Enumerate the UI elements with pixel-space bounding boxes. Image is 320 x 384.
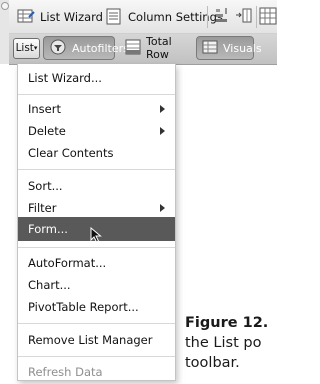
- list-wizard-icon: [17, 8, 35, 25]
- caption-figure-label: Figure 12.: [185, 315, 269, 331]
- visuals-button[interactable]: Visuals: [196, 36, 262, 60]
- menu-separator: [18, 247, 175, 248]
- menu-item-clear-contents[interactable]: Clear Contents: [18, 141, 175, 165]
- menu-item-label: Remove List Manager: [28, 333, 153, 347]
- menu-separator: [18, 356, 175, 357]
- submenu-arrow-icon: [160, 127, 165, 135]
- sort-ascending-button[interactable]: [213, 6, 231, 23]
- menu-item-label: List Wizard...: [28, 71, 102, 85]
- list-menu-label: List: [15, 42, 34, 54]
- caption-line: toolbar.: [185, 355, 240, 371]
- visuals-icon: [202, 39, 218, 58]
- column-settings-label: Column Settings: [128, 9, 223, 24]
- submenu-arrow-icon: [160, 105, 165, 113]
- toolbar-separator: [256, 6, 257, 28]
- window-edge: [0, 0, 9, 64]
- total-row-icon: [125, 39, 141, 58]
- grid-icon: [259, 6, 277, 25]
- visuals-label: Visuals: [223, 41, 262, 55]
- list-menu-button[interactable]: List▾: [13, 38, 40, 59]
- menu-item-label: Filter: [28, 201, 57, 215]
- menu-item-chart[interactable]: Chart...: [18, 273, 175, 297]
- menu-item-list-wizard[interactable]: List Wizard...: [18, 66, 175, 90]
- column-settings-icon: [105, 8, 123, 25]
- menu-item-sort[interactable]: Sort...: [18, 174, 175, 198]
- menu-item-label: Sort...: [28, 179, 63, 193]
- caption-line: the List po: [185, 335, 262, 351]
- menu-item-insert[interactable]: Insert: [18, 97, 175, 121]
- autofilters-icon: [49, 38, 67, 59]
- menu-item-label: Clear Contents: [28, 146, 114, 160]
- column-settings-button[interactable]: Column Settings: [105, 8, 223, 25]
- figure-caption: Figure 12. the List po toolbar.: [185, 313, 277, 373]
- insert-column-button[interactable]: [235, 7, 253, 24]
- menu-separator: [18, 94, 175, 95]
- menu-separator: [18, 169, 175, 170]
- total-row-button[interactable]: Total Row: [120, 35, 192, 61]
- menu-item-label: Form...: [28, 222, 68, 236]
- toolbar-separator: [207, 6, 208, 28]
- sort-ascending-icon: [213, 6, 231, 23]
- menu-item-autoformat[interactable]: AutoFormat...: [18, 251, 175, 275]
- menu-item-label: Refresh Data: [28, 365, 103, 379]
- autofilters-button[interactable]: Autofilters: [43, 36, 129, 60]
- list-wizard-label: List Wizard: [40, 9, 103, 24]
- menu-separator: [18, 323, 175, 324]
- total-row-label: Total Row: [146, 35, 172, 61]
- grid-button[interactable]: [259, 6, 277, 25]
- menu-item-label: Chart...: [28, 278, 71, 292]
- menu-item-delete[interactable]: Delete: [18, 119, 175, 143]
- mouse-pointer-icon: [90, 226, 102, 247]
- menu-item-label: Delete: [28, 124, 66, 138]
- menu-item-label: Insert: [28, 102, 61, 116]
- menu-item-refresh-data: Refresh Data: [18, 360, 175, 384]
- menu-item-label: PivotTable Report...: [28, 300, 139, 314]
- window-control-icon[interactable]: [1, 2, 9, 10]
- list-dropdown-menu: List Wizard... Insert Delete Clear Conte…: [17, 64, 176, 381]
- menu-item-remove-list-manager[interactable]: Remove List Manager: [18, 328, 175, 352]
- submenu-arrow-icon: [160, 204, 165, 212]
- list-wizard-button[interactable]: List Wizard: [17, 8, 103, 25]
- dropdown-arrow-icon: ▾: [33, 44, 38, 52]
- menu-item-pivottable-report[interactable]: PivotTable Report...: [18, 295, 175, 319]
- insert-column-icon: [235, 7, 253, 24]
- menu-item-label: AutoFormat...: [28, 256, 107, 270]
